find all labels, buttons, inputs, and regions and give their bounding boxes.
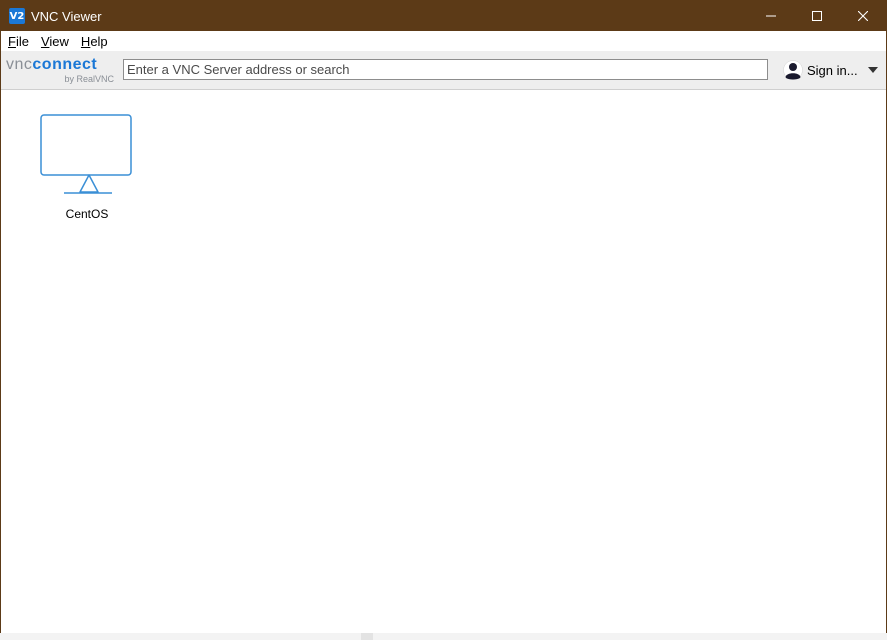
- search-input[interactable]: [123, 59, 768, 80]
- entry-label: CentOS: [65, 207, 109, 221]
- vnc-connect-logo: vncconnect by RealVNC: [6, 54, 116, 86]
- logo-byline: by RealVNC: [64, 74, 114, 84]
- minimize-button[interactable]: [748, 1, 794, 31]
- vnc-viewer-window: V2 VNC Viewer File View Help vncconnect …: [0, 0, 887, 634]
- menu-help-label: elp: [90, 33, 108, 49]
- toolbar: vncconnect by RealVNC Sign in...: [1, 51, 886, 90]
- maximize-icon: [812, 11, 822, 21]
- close-icon: [858, 11, 868, 21]
- address-book-area: CentOS: [1, 90, 886, 633]
- logo-wordmark: vncconnect: [6, 56, 97, 74]
- window-title: VNC Viewer: [31, 8, 102, 24]
- address-book-entry[interactable]: CentOS: [37, 114, 137, 221]
- maximize-button[interactable]: [794, 1, 840, 31]
- monitor-icon: [40, 114, 132, 194]
- logo-connect-text: connect: [32, 56, 98, 73]
- bottom-strip: [0, 633, 887, 640]
- logo-vnc-text: vnc: [6, 56, 33, 73]
- menu-help-accel: H: [80, 33, 91, 49]
- sign-in-button[interactable]: Sign in...: [783, 60, 878, 80]
- menu-bar: File View Help: [1, 31, 886, 51]
- sign-in-label: Sign in...: [807, 62, 858, 78]
- menu-file-accel: F: [8, 33, 16, 49]
- menu-help[interactable]: Help: [75, 34, 114, 49]
- taskbar-segment: [361, 633, 373, 640]
- title-bar[interactable]: V2 VNC Viewer: [1, 1, 886, 31]
- minimize-icon: [766, 15, 776, 17]
- user-icon: [783, 60, 803, 80]
- menu-view[interactable]: View: [35, 34, 75, 49]
- menu-file[interactable]: File: [1, 34, 35, 49]
- chevron-down-icon[interactable]: [867, 67, 878, 73]
- menu-view-label: iew: [49, 33, 69, 49]
- menu-file-label: ile: [15, 33, 29, 49]
- close-button[interactable]: [840, 1, 886, 31]
- vnc-app-icon: V2: [9, 8, 25, 24]
